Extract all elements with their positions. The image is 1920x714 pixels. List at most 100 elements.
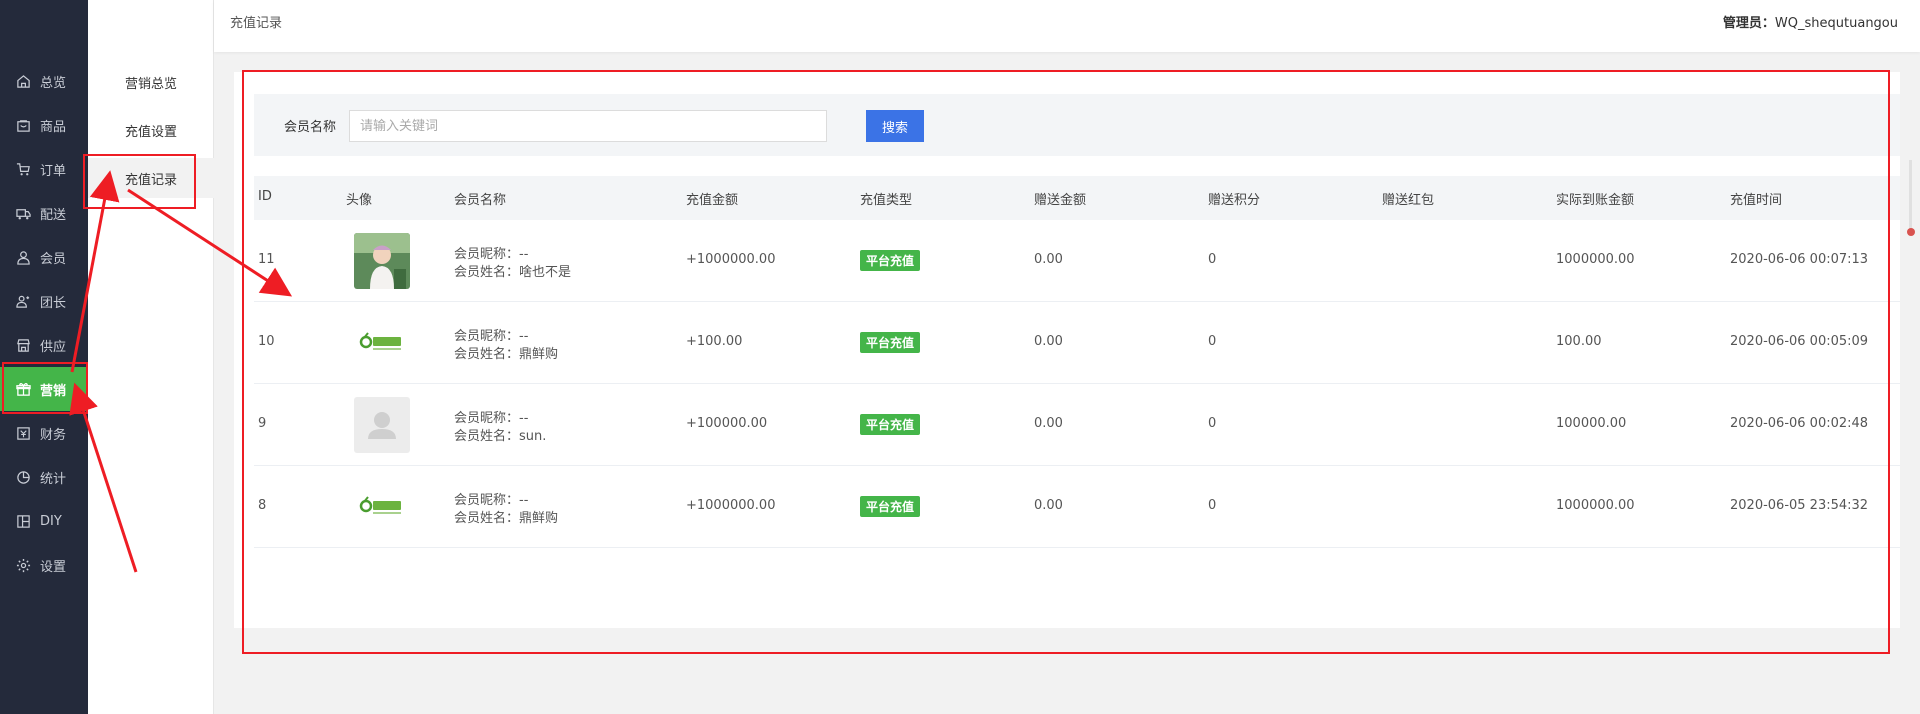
nav-label: 订单 [40, 163, 67, 179]
submenu-item-marketing-overview[interactable]: 营销总览 [88, 62, 214, 102]
gear-icon [14, 556, 32, 574]
gift-icon [14, 380, 32, 398]
submenu-label: 充值记录 [124, 172, 177, 188]
nav-item-leaders[interactable]: 团长 [0, 279, 88, 323]
goods-icon [14, 116, 32, 134]
delivery-icon [14, 204, 32, 222]
cell-member: 会员昵称：-- 会员姓名：啥也不是 [454, 246, 571, 282]
cell-gift-amount: 0.00 [1034, 498, 1063, 513]
submenu-item-recharge-settings[interactable]: 充值设置 [88, 110, 214, 150]
nav-label: 统计 [40, 471, 67, 487]
submenu-label: 营销总览 [124, 76, 177, 92]
recharge-type-badge: 平台充值 [860, 250, 921, 271]
column-header-amount: 充值金额 [686, 193, 739, 208]
user-icon [14, 248, 32, 266]
avatar-placeholder [354, 397, 410, 453]
member-nickname: 会员昵称：-- [454, 329, 529, 344]
cell-gift-points: 0 [1208, 498, 1217, 513]
cell-actual-amount: 1000000.00 [1556, 252, 1635, 267]
cell-member: 会员昵称：-- 会员姓名：sun. [454, 410, 546, 446]
nav-item-members[interactable]: 会员 [0, 235, 88, 279]
column-header-gift-points: 赠送积分 [1208, 193, 1261, 208]
cell-time: 2020-06-05 23:54:32 [1730, 498, 1869, 513]
breadcrumb: 充值记录 [230, 16, 283, 31]
cell-gift-points: 0 [1208, 252, 1217, 267]
cell-gift-amount: 0.00 [1034, 416, 1063, 431]
cell-actual-amount: 100.00 [1556, 334, 1602, 349]
nav-label: 团长 [40, 295, 67, 311]
search-button[interactable]: 搜索 [866, 110, 924, 142]
layout-icon [14, 512, 32, 530]
order-icon [14, 160, 32, 178]
cell-gift-amount: 0.00 [1034, 334, 1063, 349]
avatar-photo [354, 233, 410, 289]
table-row: 11 会员昵称：-- 会员姓名：啥也不是 +1000000.00 平台充值 0.0… [254, 220, 1900, 302]
admin-label: 管理员： [1722, 16, 1775, 31]
cell-id: 8 [258, 498, 267, 513]
nav-label: 供应 [40, 339, 67, 355]
nav-label: DIY [40, 513, 62, 529]
cell-gift-points: 0 [1208, 334, 1217, 349]
recharge-type-badge: 平台充值 [860, 414, 921, 435]
member-name: 会员姓名：鼎鲜购 [454, 511, 559, 526]
marketing-submenu: 营销总览 充值设置 充值记录 [88, 0, 214, 714]
admin-name: WQ_shequtuangou [1774, 16, 1898, 31]
column-header-member-name: 会员名称 [454, 193, 507, 208]
table-header: ID 头像 会员名称 充值金额 充值类型 赠送金额 赠送积分 赠送红包 实际到账… [254, 176, 1900, 220]
avatar-logo [354, 315, 410, 371]
nav-item-orders[interactable]: 订单 [0, 147, 88, 191]
cell-amount: +100.00 [686, 334, 743, 349]
nav-label: 商品 [40, 119, 67, 135]
cell-actual-amount: 100000.00 [1556, 416, 1627, 431]
nav-item-overview[interactable]: 总览 [0, 59, 88, 103]
search-label: 会员名称 [284, 120, 337, 135]
vertical-scrollbar[interactable] [1906, 160, 1916, 240]
finance-icon [14, 424, 32, 442]
pie-chart-icon [14, 468, 32, 486]
nav-label: 会员 [40, 251, 67, 267]
cell-gift-amount: 0.00 [1034, 252, 1063, 267]
avatar-logo [354, 479, 410, 535]
nav-label: 配送 [40, 207, 67, 223]
table-row: 8 会员昵称：-- 会员姓名：鼎鲜购 +1000000.00 平台充值 0.00 … [254, 466, 1900, 548]
table-row: 9 会员昵称：-- 会员姓名：sun. +100000.00 平台充值 0.00 … [254, 384, 1900, 466]
member-name: 会员姓名：啥也不是 [454, 265, 572, 280]
column-header-id: ID [258, 189, 272, 204]
submenu-label: 充值设置 [124, 124, 177, 140]
nav-item-diy[interactable]: DIY [0, 499, 88, 543]
recharge-type-badge: 平台充值 [860, 332, 921, 353]
column-header-gift-amount: 赠送金额 [1034, 193, 1087, 208]
nav-label: 设置 [40, 559, 67, 575]
nav-item-delivery[interactable]: 配送 [0, 191, 88, 235]
cell-amount: +1000000.00 [686, 252, 776, 267]
submenu-item-recharge-records[interactable]: 充值记录 [88, 158, 214, 198]
admin-info[interactable]: 管理员：WQ_shequtuangou [1723, 12, 1898, 31]
nav-item-statistics[interactable]: 统计 [0, 455, 88, 499]
nav-label: 营销 [40, 383, 67, 399]
home-icon [14, 72, 32, 90]
member-nickname: 会员昵称：-- [454, 493, 529, 508]
cell-id: 11 [258, 252, 275, 267]
cell-member: 会员昵称：-- 会员姓名：鼎鲜购 [454, 328, 558, 364]
nav-item-finance[interactable]: 财务 [0, 411, 88, 455]
column-header-gift-redpack: 赠送红包 [1382, 193, 1435, 208]
nav-item-supply[interactable]: 供应 [0, 323, 88, 367]
nav-label: 总览 [40, 75, 67, 91]
member-name-search-input[interactable] [349, 110, 827, 142]
nav-item-marketing[interactable]: 营销 [0, 367, 88, 411]
nav-item-settings[interactable]: 设置 [0, 543, 88, 587]
cell-gift-points: 0 [1208, 416, 1217, 431]
column-header-actual-amount: 实际到账金额 [1556, 193, 1635, 208]
cell-time: 2020-06-06 00:05:09 [1730, 334, 1869, 349]
cell-id: 9 [258, 416, 267, 431]
cell-time: 2020-06-06 00:02:48 [1730, 416, 1869, 431]
cell-amount: +100000.00 [686, 416, 768, 431]
leader-icon [14, 292, 32, 310]
recharge-type-badge: 平台充值 [860, 496, 921, 517]
member-name: 会员姓名：sun. [454, 429, 547, 444]
nav-item-goods[interactable]: 商品 [0, 103, 88, 147]
member-nickname: 会员昵称：-- [454, 411, 529, 426]
column-header-avatar: 头像 [346, 193, 373, 208]
supply-icon [14, 336, 32, 354]
member-name: 会员姓名：鼎鲜购 [454, 347, 559, 362]
